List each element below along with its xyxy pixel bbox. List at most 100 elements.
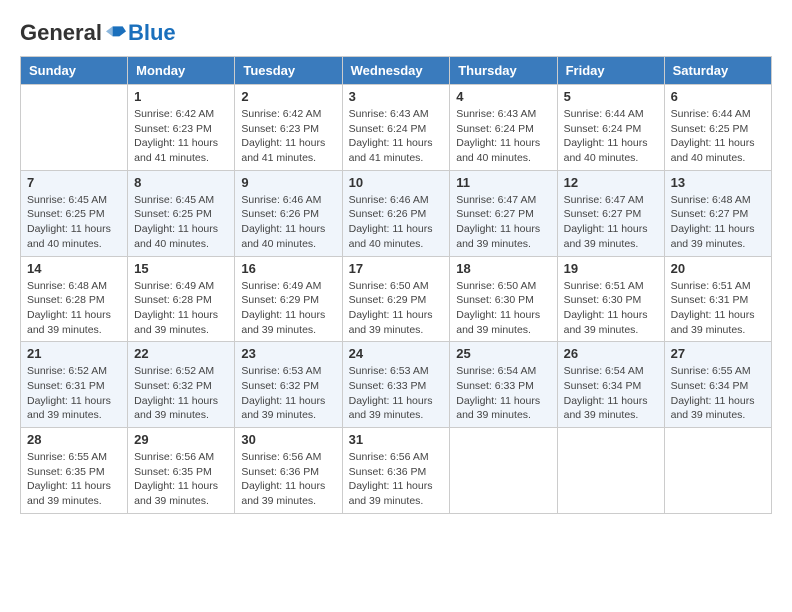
calendar-week-4: 21 Sunrise: 6:52 AM Sunset: 6:31 PM Dayli… — [21, 342, 772, 428]
day-info: Sunrise: 6:52 AM Sunset: 6:31 PM Dayligh… — [27, 364, 121, 423]
day-header-wednesday: Wednesday — [342, 57, 450, 85]
day-info: Sunrise: 6:49 AM Sunset: 6:28 PM Dayligh… — [134, 279, 228, 338]
day-number: 24 — [349, 346, 444, 361]
calendar-cell: 8 Sunrise: 6:45 AM Sunset: 6:25 PM Daylig… — [128, 170, 235, 256]
calendar-cell: 17 Sunrise: 6:50 AM Sunset: 6:29 PM Dayli… — [342, 256, 450, 342]
logo: General Blue — [20, 20, 176, 46]
calendar-cell: 26 Sunrise: 6:54 AM Sunset: 6:34 PM Dayli… — [557, 342, 664, 428]
calendar-cell: 28Sunrise: 6:55 AM Sunset: 6:35 PM Dayli… — [21, 428, 128, 514]
day-info: Sunrise: 6:43 AM Sunset: 6:24 PM Dayligh… — [456, 107, 550, 166]
day-info: Sunrise: 6:56 AM Sunset: 6:36 PM Dayligh… — [241, 450, 335, 509]
calendar-cell: 21 Sunrise: 6:52 AM Sunset: 6:31 PM Dayli… — [21, 342, 128, 428]
day-number: 20 — [671, 261, 765, 276]
day-info: Sunrise: 6:50 AM Sunset: 6:30 PM Dayligh… — [456, 279, 550, 338]
calendar-cell: 10 Sunrise: 6:46 AM Sunset: 6:26 PM Dayli… — [342, 170, 450, 256]
day-number: 10 — [349, 175, 444, 190]
day-info: Sunrise: 6:47 AM Sunset: 6:27 PM Dayligh… — [564, 193, 658, 252]
calendar-cell: 16 Sunrise: 6:49 AM Sunset: 6:29 PM Dayli… — [235, 256, 342, 342]
day-number: 13 — [671, 175, 765, 190]
calendar-cell: 11Sunrise: 6:47 AM Sunset: 6:27 PM Dayli… — [450, 170, 557, 256]
day-number: 8 — [134, 175, 228, 190]
calendar-cell: 22 Sunrise: 6:52 AM Sunset: 6:32 PM Dayli… — [128, 342, 235, 428]
calendar-cell: 18 Sunrise: 6:50 AM Sunset: 6:30 PM Dayli… — [450, 256, 557, 342]
day-number: 9 — [241, 175, 335, 190]
day-number: 5 — [564, 89, 658, 104]
day-number: 19 — [564, 261, 658, 276]
day-header-friday: Friday — [557, 57, 664, 85]
calendar-cell: 9 Sunrise: 6:46 AM Sunset: 6:26 PM Daylig… — [235, 170, 342, 256]
day-info: Sunrise: 6:52 AM Sunset: 6:32 PM Dayligh… — [134, 364, 228, 423]
calendar-cell: 1Sunrise: 6:42 AM Sunset: 6:23 PM Daylig… — [128, 85, 235, 171]
day-header-saturday: Saturday — [664, 57, 771, 85]
day-info: Sunrise: 6:51 AM Sunset: 6:30 PM Dayligh… — [564, 279, 658, 338]
calendar-cell — [664, 428, 771, 514]
day-number: 6 — [671, 89, 765, 104]
day-number: 12 — [564, 175, 658, 190]
day-info: Sunrise: 6:46 AM Sunset: 6:26 PM Dayligh… — [349, 193, 444, 252]
calendar-cell: 30 Sunrise: 6:56 AM Sunset: 6:36 PM Dayli… — [235, 428, 342, 514]
day-info: Sunrise: 6:47 AM Sunset: 6:27 PM Dayligh… — [456, 193, 550, 252]
day-info: Sunrise: 6:42 AM Sunset: 6:23 PM Dayligh… — [241, 107, 335, 166]
day-number: 14 — [27, 261, 121, 276]
calendar-cell: 4 Sunrise: 6:43 AM Sunset: 6:24 PM Daylig… — [450, 85, 557, 171]
day-info: Sunrise: 6:44 AM Sunset: 6:24 PM Dayligh… — [564, 107, 658, 166]
day-number: 30 — [241, 432, 335, 447]
day-number: 23 — [241, 346, 335, 361]
day-info: Sunrise: 6:54 AM Sunset: 6:33 PM Dayligh… — [456, 364, 550, 423]
calendar-cell — [450, 428, 557, 514]
calendar-week-3: 14 Sunrise: 6:48 AM Sunset: 6:28 PM Dayli… — [21, 256, 772, 342]
day-info: Sunrise: 6:53 AM Sunset: 6:33 PM Dayligh… — [349, 364, 444, 423]
calendar-cell: 27 Sunrise: 6:55 AM Sunset: 6:34 PM Dayli… — [664, 342, 771, 428]
day-info: Sunrise: 6:48 AM Sunset: 6:28 PM Dayligh… — [27, 279, 121, 338]
day-info: Sunrise: 6:45 AM Sunset: 6:25 PM Dayligh… — [27, 193, 121, 252]
calendar-week-1: 1Sunrise: 6:42 AM Sunset: 6:23 PM Daylig… — [21, 85, 772, 171]
day-number: 26 — [564, 346, 658, 361]
day-number: 18 — [456, 261, 550, 276]
day-number: 7 — [27, 175, 121, 190]
day-info: Sunrise: 6:56 AM Sunset: 6:35 PM Dayligh… — [134, 450, 228, 509]
calendar-week-5: 28Sunrise: 6:55 AM Sunset: 6:35 PM Dayli… — [21, 428, 772, 514]
day-info: Sunrise: 6:45 AM Sunset: 6:25 PM Dayligh… — [134, 193, 228, 252]
day-number: 17 — [349, 261, 444, 276]
day-info: Sunrise: 6:46 AM Sunset: 6:26 PM Dayligh… — [241, 193, 335, 252]
day-number: 16 — [241, 261, 335, 276]
day-info: Sunrise: 6:54 AM Sunset: 6:34 PM Dayligh… — [564, 364, 658, 423]
calendar-cell: 15Sunrise: 6:49 AM Sunset: 6:28 PM Dayli… — [128, 256, 235, 342]
day-number: 3 — [349, 89, 444, 104]
calendar-cell: 29 Sunrise: 6:56 AM Sunset: 6:35 PM Dayli… — [128, 428, 235, 514]
calendar-cell: 25 Sunrise: 6:54 AM Sunset: 6:33 PM Dayli… — [450, 342, 557, 428]
day-info: Sunrise: 6:48 AM Sunset: 6:27 PM Dayligh… — [671, 193, 765, 252]
logo-icon — [106, 23, 126, 43]
day-info: Sunrise: 6:50 AM Sunset: 6:29 PM Dayligh… — [349, 279, 444, 338]
calendar-cell: 19 Sunrise: 6:51 AM Sunset: 6:30 PM Dayli… — [557, 256, 664, 342]
day-header-thursday: Thursday — [450, 57, 557, 85]
day-info: Sunrise: 6:49 AM Sunset: 6:29 PM Dayligh… — [241, 279, 335, 338]
calendar-cell: 7 Sunrise: 6:45 AM Sunset: 6:25 PM Daylig… — [21, 170, 128, 256]
day-number: 22 — [134, 346, 228, 361]
day-info: Sunrise: 6:55 AM Sunset: 6:35 PM Dayligh… — [27, 450, 121, 509]
day-info: Sunrise: 6:56 AM Sunset: 6:36 PM Dayligh… — [349, 450, 444, 509]
day-info: Sunrise: 6:44 AM Sunset: 6:25 PM Dayligh… — [671, 107, 765, 166]
calendar-cell: 23Sunrise: 6:53 AM Sunset: 6:32 PM Dayli… — [235, 342, 342, 428]
calendar-cell: 2Sunrise: 6:42 AM Sunset: 6:23 PM Daylig… — [235, 85, 342, 171]
calendar-cell: 12 Sunrise: 6:47 AM Sunset: 6:27 PM Dayli… — [557, 170, 664, 256]
day-header-monday: Monday — [128, 57, 235, 85]
logo-blue-text: Blue — [128, 20, 176, 46]
calendar-cell: 14 Sunrise: 6:48 AM Sunset: 6:28 PM Dayli… — [21, 256, 128, 342]
calendar-cell: 13 Sunrise: 6:48 AM Sunset: 6:27 PM Dayli… — [664, 170, 771, 256]
day-number: 27 — [671, 346, 765, 361]
calendar-cell: 31Sunrise: 6:56 AM Sunset: 6:36 PM Dayli… — [342, 428, 450, 514]
calendar-cell: 3Sunrise: 6:43 AM Sunset: 6:24 PM Daylig… — [342, 85, 450, 171]
day-number: 25 — [456, 346, 550, 361]
logo-general-text: General — [20, 20, 102, 46]
day-number: 29 — [134, 432, 228, 447]
calendar-cell: 20 Sunrise: 6:51 AM Sunset: 6:31 PM Dayli… — [664, 256, 771, 342]
calendar-cell — [21, 85, 128, 171]
day-number: 21 — [27, 346, 121, 361]
page-header: General Blue — [20, 20, 772, 46]
day-info: Sunrise: 6:55 AM Sunset: 6:34 PM Dayligh… — [671, 364, 765, 423]
day-number: 4 — [456, 89, 550, 104]
day-info: Sunrise: 6:51 AM Sunset: 6:31 PM Dayligh… — [671, 279, 765, 338]
calendar-cell — [557, 428, 664, 514]
calendar-cell: 5 Sunrise: 6:44 AM Sunset: 6:24 PM Daylig… — [557, 85, 664, 171]
